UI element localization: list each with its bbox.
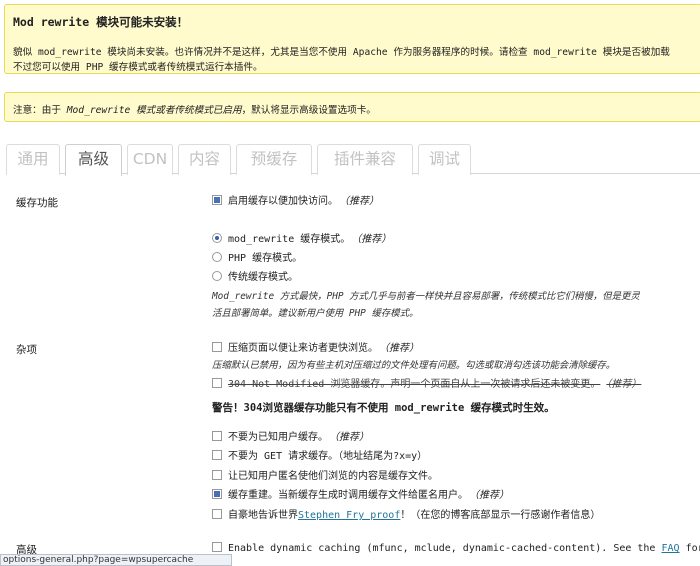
php-radio[interactable] bbox=[212, 252, 222, 262]
enable-caching-checkbox[interactable] bbox=[212, 195, 222, 205]
legacy-radio[interactable] bbox=[212, 271, 222, 281]
not-modified-checkbox bbox=[212, 378, 222, 388]
dont-cache-get-checkbox[interactable] bbox=[212, 450, 222, 460]
notice-line-1: 貌似 mod_rewrite 模块尚未安装。也许情况并不是这样，尤其是当您不使用… bbox=[13, 47, 670, 58]
tab-plugins[interactable]: 插件兼容 bbox=[317, 144, 413, 175]
caching-label: 缓存功能 bbox=[16, 197, 58, 209]
not-modified-option[interactable]: 304 Not Modified 浏览器缓存。声明一个页面自从上一次被请求后还未… bbox=[212, 378, 641, 392]
cache-rebuild-checkbox[interactable] bbox=[212, 489, 222, 499]
anonymous-known-users-option[interactable]: 让已知用户匿名使他们浏览的内容是缓存文件。 bbox=[212, 470, 438, 484]
anonymous-known-users-checkbox[interactable] bbox=[212, 470, 222, 480]
mode-legacy[interactable]: 传统缓存模式。 bbox=[212, 271, 298, 285]
notice-body: 貌似 mod_rewrite 模块尚未安装。也许情况并不是这样，尤其是当您不使用… bbox=[13, 45, 700, 75]
credit-option[interactable]: 自豪地告诉世界Stephen Fry proof！（在您的博客底部显示一行感谢作… bbox=[212, 509, 600, 523]
credit-checkbox[interactable] bbox=[212, 509, 222, 519]
dont-cache-known-users-option[interactable]: 不要为已知用户缓存。 （推荐） bbox=[212, 431, 369, 445]
mod-rewrite-notice: Mod rewrite 模块可能未安装！ 貌似 mod_rewrite 模块尚未… bbox=[4, 4, 700, 74]
tab-cdn[interactable]: CDN bbox=[127, 144, 173, 175]
mode-php[interactable]: PHP 缓存模式。 bbox=[212, 252, 302, 266]
tab-preload[interactable]: 预缓存 bbox=[236, 144, 312, 175]
settings-tabs: 通用 高级 CDN 内容 预缓存 插件兼容 调试 bbox=[6, 144, 700, 176]
mod-rewrite-radio[interactable] bbox=[212, 233, 222, 243]
dynamic-caching-option[interactable]: Enable dynamic caching (mfunc, mclude, d… bbox=[212, 542, 700, 556]
browser-status-bar: options-general.php?page=wpsupercache bbox=[0, 554, 232, 566]
compress-checkbox[interactable] bbox=[212, 342, 222, 352]
dynamic-caching-checkbox[interactable] bbox=[212, 542, 222, 552]
dont-cache-known-users-checkbox[interactable] bbox=[212, 431, 222, 441]
tab-contents[interactable]: 内容 bbox=[178, 144, 231, 175]
304-warning: 警告！304浏览器缓存功能只有不使用 mod_rewrite 缓存模式时生效。 bbox=[212, 402, 555, 414]
misc-label: 杂项 bbox=[16, 344, 37, 356]
advanced-tab-notice: 注意：由于 Mod_rewrite 模式或者传统模式已启用，默认将显示高级设置选… bbox=[4, 92, 700, 122]
faq-link[interactable]: FAQ bbox=[661, 543, 679, 554]
caching-mode-note: Mod_rewrite 方式最快，PHP 方式几乎与前者一样快并且容易部署，传统… bbox=[212, 291, 640, 319]
stephen-fry-link[interactable]: Stephen Fry proof bbox=[298, 510, 400, 521]
tab-general[interactable]: 通用 bbox=[6, 144, 60, 175]
notice2-body: 注意：由于 Mod_rewrite 模式或者传统模式已启用，默认将显示高级设置选… bbox=[13, 105, 376, 116]
dont-cache-get-option[interactable]: 不要为 GET 请求缓存。（地址结尾为?x=y） bbox=[212, 450, 427, 464]
notice-title: Mod rewrite 模块可能未安装！ bbox=[13, 15, 189, 29]
compress-option[interactable]: 压缩页面以便让来访者更快浏览。 （推荐） bbox=[212, 342, 419, 356]
enable-caching-option[interactable]: 启用缓存以便加快访问。 （推荐） bbox=[212, 195, 379, 209]
cache-rebuild-option[interactable]: 缓存重建。当新缓存生成时调用缓存文件给匿名用户。 （推荐） bbox=[212, 489, 509, 503]
mode-mod-rewrite[interactable]: mod_rewrite 缓存模式。 （推荐） bbox=[212, 233, 391, 247]
tab-debug[interactable]: 调试 bbox=[418, 144, 471, 175]
notice-line-2: 不过您可以使用 PHP 缓存模式或者传统模式运行本插件。 bbox=[13, 62, 263, 73]
compress-note: 压缩默认已禁用，因为有些主机对压缩过的文件处理有问题。勾选或取消勾选该功能会清除… bbox=[212, 360, 616, 371]
tab-advanced[interactable]: 高级 bbox=[65, 144, 122, 176]
